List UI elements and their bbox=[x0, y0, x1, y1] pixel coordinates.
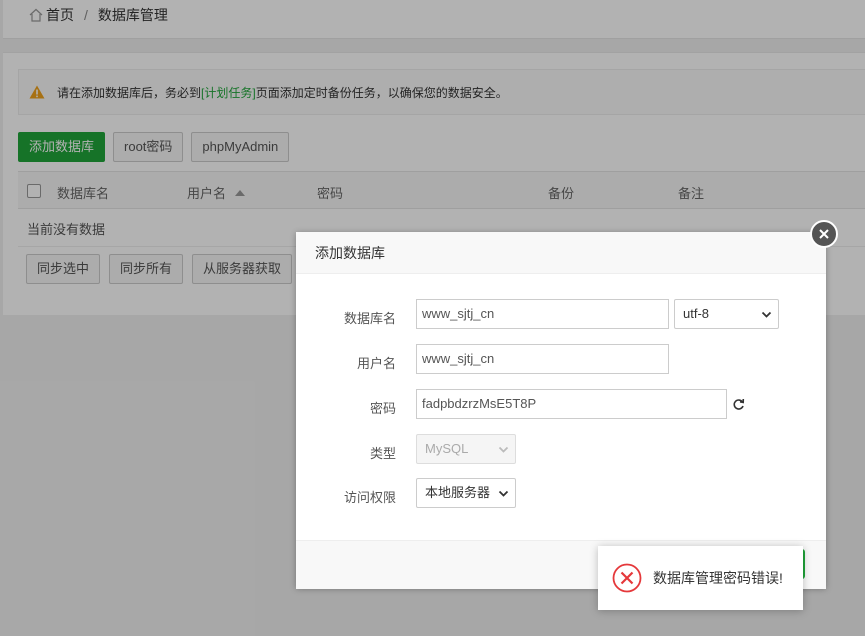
access-label: 访问权限 bbox=[343, 490, 396, 505]
password-label: 密码 bbox=[369, 401, 396, 416]
type-value: MySQL bbox=[425, 441, 469, 456]
access-value: 本地服务器 bbox=[425, 485, 491, 500]
error-toast: 数据库管理密码错误! bbox=[598, 546, 803, 610]
db-name-input[interactable]: www_sjtj_cn bbox=[416, 299, 669, 329]
username-input[interactable]: www_sjtj_cn bbox=[416, 344, 669, 374]
db-name-label: 数据库名 bbox=[343, 311, 396, 326]
type-select: MySQL bbox=[416, 434, 516, 464]
chevron-down-icon bbox=[498, 490, 509, 497]
dialog-close-button[interactable] bbox=[810, 220, 838, 248]
chevron-down-icon bbox=[761, 311, 772, 318]
chevron-down-icon bbox=[498, 446, 509, 453]
type-label: 类型 bbox=[369, 446, 396, 461]
error-icon bbox=[612, 563, 642, 593]
password-input[interactable]: fadpbdzrzMsE5T8P bbox=[416, 389, 727, 419]
dialog-title: 添加数据库 bbox=[296, 232, 826, 274]
charset-select[interactable]: utf-8 bbox=[674, 299, 779, 329]
add-database-dialog: 添加数据库 数据库名 www_sjtj_cn utf-8 用户名 www_sjt… bbox=[296, 232, 826, 589]
access-select[interactable]: 本地服务器 bbox=[416, 478, 516, 508]
toast-message: 数据库管理密码错误! bbox=[653, 570, 783, 586]
username-label: 用户名 bbox=[356, 356, 396, 371]
close-icon bbox=[819, 229, 829, 239]
refresh-icon[interactable] bbox=[732, 398, 745, 411]
charset-value: utf-8 bbox=[683, 306, 710, 321]
